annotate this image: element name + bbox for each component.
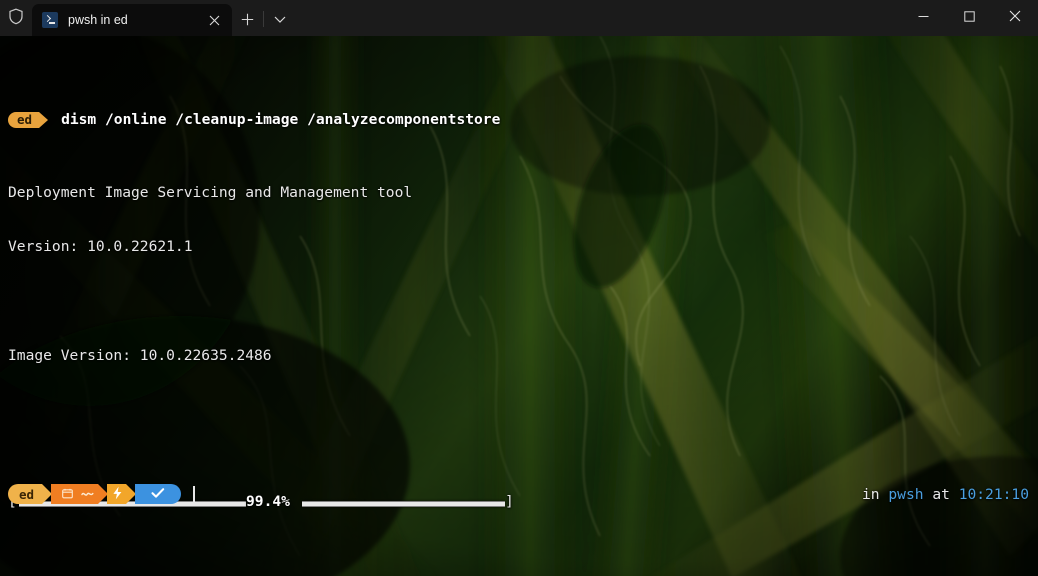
shield-icon [8,8,24,29]
output-line: Image Version: 10.0.22635.2486 [8,347,272,365]
powershell-icon [42,12,58,28]
prompt-segment-user: ed [8,484,43,504]
close-tab-button[interactable] [202,8,226,32]
prompt-user-segment: ed [8,112,40,128]
checkmark-icon [151,487,165,502]
status-in-label: in [862,485,880,503]
prompt-segment-exec [107,484,127,504]
toolbar-divider [263,11,264,27]
prompt-segment-status [135,484,182,504]
output-line: Deployment Image Servicing and Managemen… [8,183,413,201]
new-tab-button[interactable] [232,3,262,35]
terminal-window: pwsh in ed ed dism /online /cleanup-imag… [0,0,1038,576]
folder-icon [62,487,73,502]
status-shell: pwsh [888,485,924,503]
prompt-arrow-icon [39,111,49,128]
output-line-blank [8,402,1030,420]
prompt-segment-path [51,484,99,504]
report-line-blank [8,566,1030,576]
text-cursor [193,485,196,503]
lightning-bolt-icon [112,486,123,503]
command-line: ed dism /online /cleanup-image /analyzec… [8,111,1030,129]
status-space-3 [950,486,959,503]
admin-shield-slot [0,0,32,36]
status-space-2 [924,486,933,503]
command-text: dism /online /cleanup-image /analyzecomp… [61,110,501,128]
tab-title: pwsh in ed [68,13,128,27]
window-controls [900,0,1038,36]
terminal-content[interactable]: ed dism /online /cleanup-image /analyzec… [0,36,1038,576]
chevron-down-icon[interactable] [265,3,295,35]
tab-strip: pwsh in ed [32,0,900,36]
close-button[interactable] [992,0,1038,32]
output-line-blank [8,293,1030,311]
status-at-label: at [932,485,950,503]
status-time: 10:21:10 [958,485,1029,503]
output-line: Version: 10.0.22621.1 [8,238,193,256]
title-bar: pwsh in ed [0,0,1038,36]
minimize-button[interactable] [900,0,946,32]
home-tilde-icon [81,487,94,502]
prompt-right-status: in pwsh at 10:21:10 [862,483,1029,505]
maximize-button[interactable] [946,0,992,32]
tab-pwsh[interactable]: pwsh in ed [32,4,232,36]
